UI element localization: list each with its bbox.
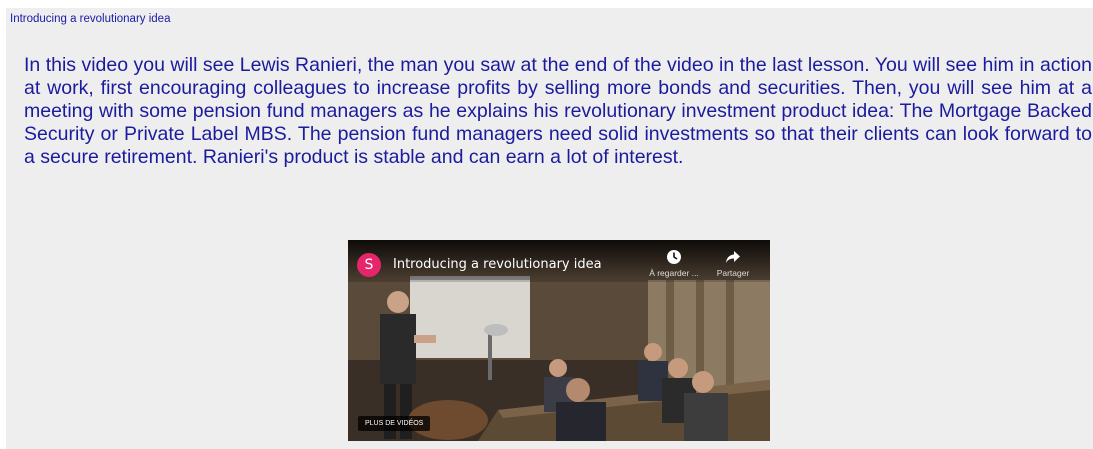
watch-later-label: À regarder ...	[649, 268, 699, 278]
share-button[interactable]: Partager	[703, 248, 763, 278]
intro-paragraph: In this video you will see Lewis Ranieri…	[24, 54, 1092, 168]
more-videos-button[interactable]: PLUS DE VIDÉOS	[358, 416, 431, 431]
watch-later-button[interactable]: À regarder ...	[644, 248, 704, 278]
page: Introducing a revolutionary idea In this…	[0, 0, 1093, 449]
lesson-title: Introducing a revolutionary idea	[10, 13, 171, 25]
share-label: Partager	[716, 268, 750, 278]
channel-avatar[interactable]: S	[357, 253, 381, 277]
video-player[interactable]: S Introducing a revolutionary idea À reg…	[348, 240, 770, 441]
video-title[interactable]: Introducing a revolutionary idea	[393, 257, 602, 272]
share-arrow-icon	[703, 248, 763, 266]
clock-icon	[644, 248, 704, 266]
